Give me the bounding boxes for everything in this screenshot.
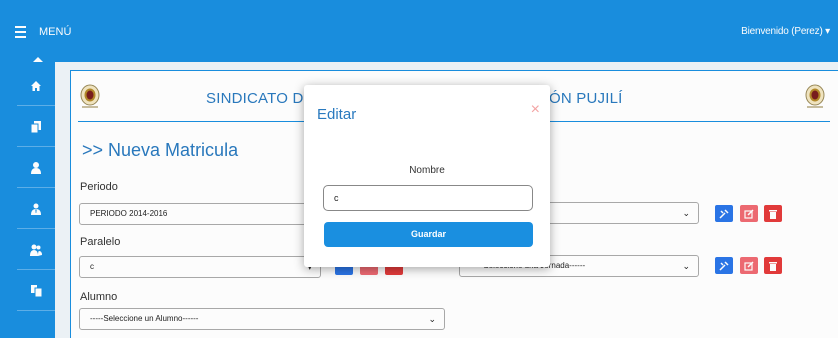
jornada-delete-button[interactable] — [764, 257, 782, 274]
files-icon[interactable] — [17, 271, 55, 311]
union-logo-right — [805, 84, 825, 110]
top-delete-button[interactable] — [764, 205, 782, 222]
home-icon[interactable] — [17, 66, 55, 106]
chevron-down-icon: ⌄ — [682, 261, 690, 271]
periodo-select-value: PERIODO 2014-2016 — [90, 209, 168, 218]
copy-icon[interactable] — [17, 107, 55, 147]
save-button[interactable]: Guardar — [324, 222, 533, 247]
trash-icon — [769, 261, 777, 271]
chevron-down-icon: ⌄ — [428, 314, 436, 324]
user-menu[interactable]: Bienvenido (Perez) ▾ — [741, 26, 830, 37]
tools-icon — [719, 260, 729, 271]
paralelo-select-value: c — [90, 262, 94, 271]
edit-icon — [744, 208, 754, 219]
top-navbar: MENÚ Bienvenido (Perez) ▾ — [0, 0, 838, 62]
nombre-input[interactable]: c — [323, 185, 533, 211]
paralelo-label: Paralelo — [80, 236, 121, 248]
jornada-tools-button[interactable] — [715, 257, 733, 274]
alumno-select-value: -----Seleccione un Alumno------ — [90, 314, 199, 323]
section-heading: >> Nueva Matricula — [82, 140, 239, 160]
periodo-select[interactable]: PERIODO 2014-2016 — [79, 203, 319, 225]
alumno-label: Alumno — [80, 291, 118, 303]
users-icon[interactable] — [17, 230, 55, 270]
top-tools-button[interactable] — [715, 205, 733, 222]
nombre-label: Nombre — [409, 165, 445, 176]
edit-modal: Editar × Nombre c Guardar — [304, 85, 550, 267]
paralelo-select[interactable]: c ▾ — [79, 256, 321, 278]
jornada-edit-button[interactable] — [740, 257, 758, 274]
close-icon[interactable]: × — [531, 101, 540, 119]
user-tie-icon[interactable] — [17, 189, 55, 229]
sidebar — [0, 57, 55, 338]
periodo-label: Periodo — [80, 181, 118, 193]
user-icon[interactable] — [17, 148, 55, 188]
tools-icon — [719, 208, 729, 219]
trash-icon — [769, 209, 777, 219]
top-edit-button[interactable] — [740, 205, 758, 222]
sidebar-caret — [33, 57, 43, 62]
union-logo-left — [80, 84, 100, 110]
modal-title: Editar — [317, 106, 357, 123]
edit-icon — [744, 260, 754, 271]
chevron-down-icon: ⌄ — [682, 208, 690, 218]
menu-icon[interactable] — [15, 26, 26, 38]
alumno-select[interactable]: -----Seleccione un Alumno------ ⌄ — [79, 308, 445, 330]
page-title-right: ÓN PUJILÍ — [549, 90, 623, 107]
menu-label[interactable]: MENÚ — [39, 26, 71, 38]
